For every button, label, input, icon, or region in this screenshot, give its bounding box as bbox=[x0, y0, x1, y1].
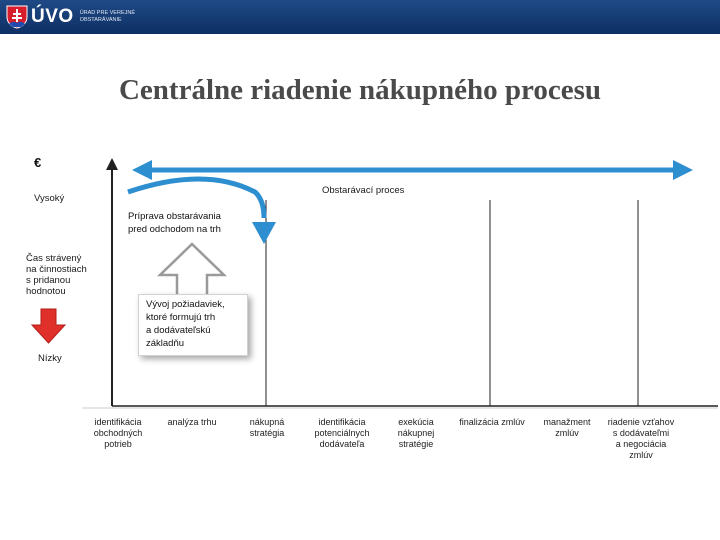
step-label: identifikácia potenciálnych dodávateľa bbox=[314, 417, 370, 449]
preparation-line: pred odchodom na trh bbox=[128, 224, 221, 235]
step-label: riadenie vzťahov s dodávateľmi a negociáci… bbox=[607, 417, 675, 460]
requirements-line: a dodávateľskú bbox=[146, 325, 211, 336]
preparation-box: Príprava obstarávania pred odchodom na t… bbox=[122, 207, 262, 239]
requirements-line: Vývoj požiadaviek, bbox=[146, 299, 225, 310]
axis-high-label: Vysoký bbox=[34, 193, 65, 204]
process-label: Obstarávací proces bbox=[322, 185, 405, 196]
process-double-arrow bbox=[132, 160, 693, 180]
requirements-line: ktoré formujú trh bbox=[146, 312, 216, 323]
requirements-line: základňu bbox=[146, 338, 185, 349]
axis-time-label-line: s pridanou bbox=[26, 275, 71, 286]
requirements-box: Vývoj požiadaviek, ktoré formujú trh a d… bbox=[138, 294, 248, 356]
axis-low-label: Nízky bbox=[38, 353, 62, 364]
y-axis-arrowhead bbox=[106, 158, 118, 170]
axis-time-label-line: hodnotou bbox=[26, 286, 66, 297]
step-label: exekúcia nákupnej stratégie bbox=[397, 417, 435, 449]
red-down-arrow bbox=[30, 308, 67, 344]
axis-time-label-line: Čas strávený bbox=[26, 253, 82, 264]
step-label: manažment zmlúv bbox=[543, 417, 591, 438]
preparation-line: Príprava obstarávania bbox=[128, 211, 221, 222]
step-label: analýza trhu bbox=[167, 417, 217, 427]
axis-time-label-line: na činnostiach bbox=[26, 264, 87, 275]
step-label: identifikácia obchodných potrieb bbox=[93, 417, 143, 449]
gray-up-arrow bbox=[156, 242, 228, 298]
step-label: nákupná stratégia bbox=[249, 417, 285, 438]
step-label: finalizácia zmlúv bbox=[459, 417, 525, 427]
